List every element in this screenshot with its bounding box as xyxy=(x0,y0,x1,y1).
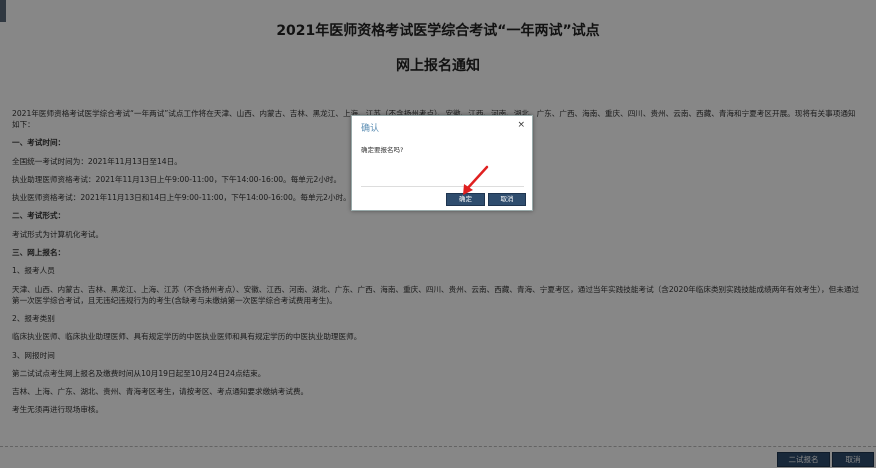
modal-overlay xyxy=(0,0,876,468)
confirm-dialog: 确认 × 确定要报名吗? 确定 取消 xyxy=(351,115,533,211)
confirm-cancel-button[interactable]: 取消 xyxy=(488,193,526,206)
close-icon[interactable]: × xyxy=(517,120,525,130)
dialog-title: 确认 xyxy=(361,124,380,134)
dialog-divider xyxy=(361,186,524,187)
confirm-ok-button[interactable]: 确定 xyxy=(446,193,485,206)
dialog-message: 确定要报名吗? xyxy=(361,146,404,154)
